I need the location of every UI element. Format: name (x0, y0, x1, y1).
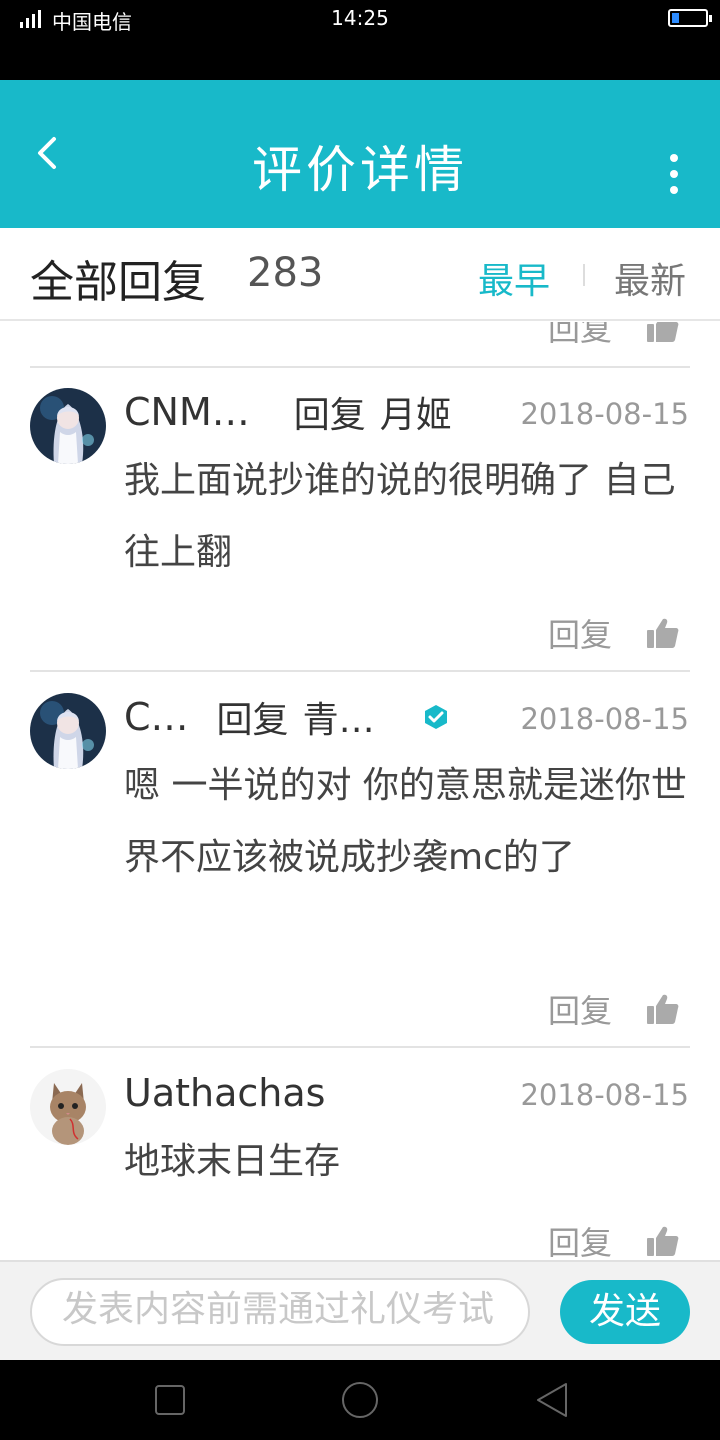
sort-latest-tab[interactable]: 最新 (614, 252, 686, 304)
avatar[interactable] (30, 693, 106, 769)
anime-girl-avatar-icon (30, 388, 106, 464)
battery-icon (668, 9, 712, 27)
title-bar: 评价详情 (0, 80, 720, 228)
nav-back-icon[interactable] (532, 1380, 572, 1420)
clock: 14:25 (331, 6, 389, 30)
like-icon[interactable] (646, 616, 680, 650)
page-title: 评价详情 (252, 141, 468, 199)
verified-badge-icon (424, 705, 447, 729)
comment-header: C… 回复 青… (124, 692, 449, 742)
more-menu-icon[interactable] (668, 154, 680, 194)
comment-actions: 回复 (548, 610, 680, 656)
partial-comment-actions: 回复 (548, 322, 680, 350)
comment-date: 2018-08-15 (520, 397, 689, 431)
like-icon[interactable] (646, 322, 680, 344)
anime-girl-avatar-icon (30, 693, 106, 769)
send-button[interactable]: 发送 (560, 1280, 690, 1344)
comment-date: 2018-08-15 (520, 1078, 689, 1112)
reply-link[interactable]: 回复 (548, 322, 612, 350)
reply-target-name[interactable]: 青… (303, 691, 375, 743)
comment-input[interactable]: 发表内容前需通过礼仪考试 (30, 1278, 530, 1346)
reply-indicator: 回复 (293, 395, 366, 436)
comment-text: 地球末日生存 (124, 1141, 341, 1182)
reply-link[interactable]: 回复 (548, 986, 612, 1032)
comment-actions: 回复 (548, 1218, 680, 1260)
comment-item[interactable]: Uathachas 2018-08-15 地球末日生存 回复 (0, 1048, 720, 1260)
kitten-avatar-icon (30, 1069, 106, 1145)
reply-target-name[interactable]: 月姬 (380, 386, 452, 438)
comment-date: 2018-08-15 (520, 702, 689, 736)
system-nav-bar (0, 1360, 720, 1440)
comment-item[interactable]: CNM… 回复 月姬 2018-08-15 我上面说抄谁的说的很明确了 自己往上… (0, 367, 720, 671)
comment-composer: 发表内容前需通过礼仪考试 发送 (0, 1260, 720, 1360)
comment-header: CNM… 回复 月姬 (124, 387, 452, 437)
comment-item[interactable]: C… 回复 青… 2018-08-15 嗯 一半说的对 你的意思就是迷你世界不应… (0, 672, 720, 1046)
comment-input-placeholder: 发表内容前需通过礼仪考试 (62, 1289, 495, 1330)
status-bar: 中国电信 14:25 (0, 0, 720, 80)
comment-header: Uathachas (124, 1068, 325, 1118)
reply-indicator: 回复 (216, 700, 289, 741)
comment-text: 我上面说抄谁的说的很明确了 自己往上翻 (124, 460, 676, 573)
nav-recent-apps-icon[interactable] (150, 1380, 190, 1420)
sort-divider (583, 264, 585, 286)
author-name[interactable]: Uathachas (124, 1071, 325, 1115)
author-name[interactable]: C… (124, 695, 189, 739)
like-icon[interactable] (646, 992, 680, 1026)
reply-count: 283 (247, 250, 324, 296)
sort-bar: 全部回复 283 最早 最新 (0, 228, 720, 321)
avatar[interactable] (30, 1069, 106, 1145)
reply-link[interactable]: 回复 (548, 610, 612, 656)
all-replies-label: 全部回复 (30, 257, 206, 308)
comment-text: 嗯 一半说的对 你的意思就是迷你世界不应该被说成抄袭mc的了 (124, 765, 687, 878)
nav-home-icon[interactable] (340, 1380, 380, 1420)
like-icon[interactable] (646, 1224, 680, 1258)
reply-link[interactable]: 回复 (548, 1218, 612, 1260)
avatar[interactable] (30, 388, 106, 464)
author-name[interactable]: CNM… (124, 390, 250, 434)
comment-actions: 回复 (548, 986, 680, 1032)
sort-earliest-tab[interactable]: 最早 (478, 252, 550, 304)
comment-list[interactable]: 回复 CNM… 回复 月姬 2018-08-15 我上面说抄谁的说的很明确了 自 (0, 322, 720, 1260)
